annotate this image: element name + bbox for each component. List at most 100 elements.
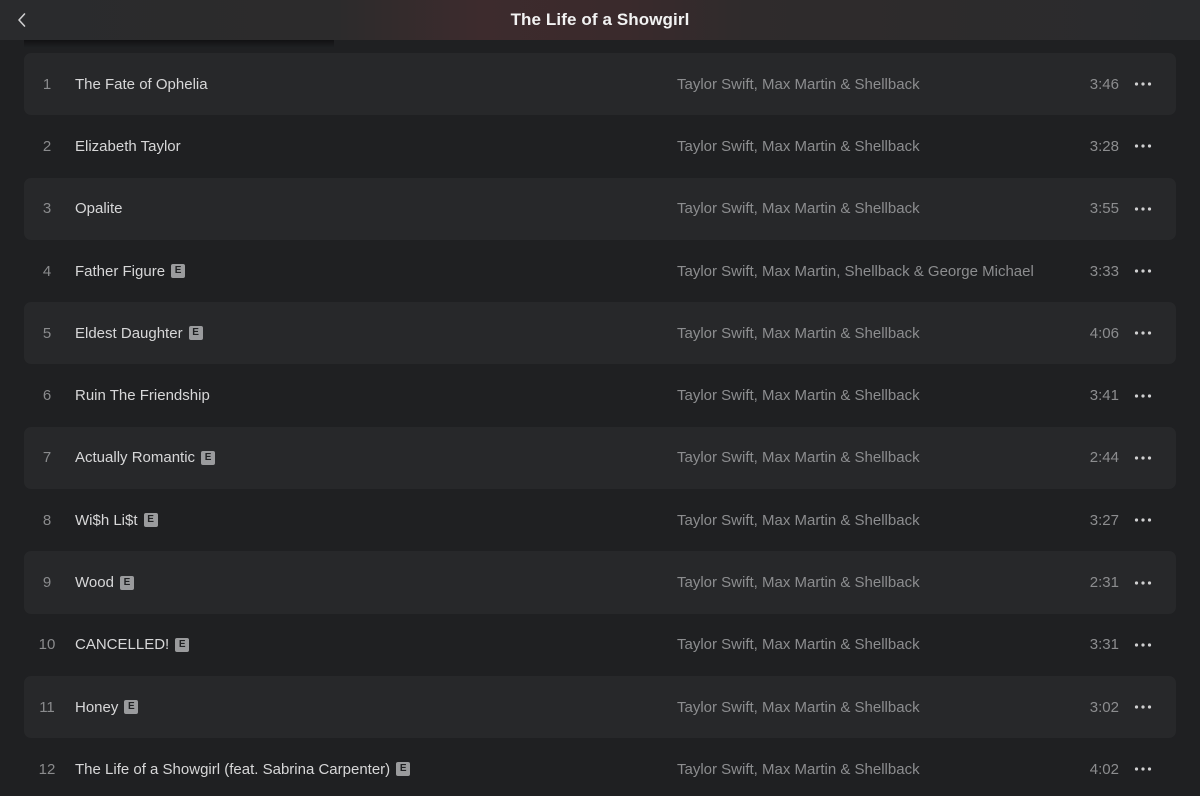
track-title-cell: Father Figure E [75,240,186,302]
track-number: 9 [42,574,52,592]
track-duration: 3:02 [1089,698,1119,716]
ellipsis-icon [1134,331,1152,335]
scroll-shadow [24,40,334,48]
more-options-button[interactable] [1130,178,1156,240]
explicit-badge: E [124,700,139,715]
track-number: 5 [42,324,52,342]
more-options-button[interactable] [1130,53,1156,115]
more-options-button[interactable] [1130,302,1156,364]
track-row[interactable]: 10 CANCELLED! E Taylor Swift, Max Martin & … [24,614,1176,676]
ellipsis-icon [1134,144,1152,149]
track-title: Eldest Daughter [75,324,183,342]
track-title-cell: Wood E [75,551,134,613]
track-title-cell: Opalite [75,178,123,240]
track-row[interactable]: 11 Honey E Taylor Swift, Max Martin & Shell… [24,675,1176,739]
explicit-badge: E [188,326,203,341]
track-duration: 3:28 [1089,137,1119,155]
track-row[interactable]: 6 Ruin The Friendship Taylor Swift, Max Ma… [24,364,1176,426]
track-title: Father Figure [75,262,166,280]
track-artists: Taylor Swift, Max Martin & Shellback [677,324,920,342]
explicit-badge: E [143,513,158,528]
explicit-badge: E [175,637,190,652]
track-artists: Taylor Swift, Max Martin, Shellback & Ge… [677,262,1034,280]
track-artists: Taylor Swift, Max Martin & Shellback [677,636,920,654]
track-number: 3 [42,200,52,218]
track-duration: 3:46 [1089,75,1119,93]
track-row[interactable]: 12 The Life of a Showgirl (feat. Sabrina … [24,738,1176,796]
ellipsis-icon [1134,643,1152,647]
more-options-button[interactable] [1130,676,1156,738]
track-number: 7 [42,449,52,467]
track-duration: 2:44 [1089,449,1119,467]
track-title-cell: The Life of a Showgirl (feat. Sabrina Ca… [75,738,411,796]
track-duration: 3:41 [1089,387,1119,405]
track-title-cell: Actually Romantic E [75,427,216,489]
track-title: Ruin The Friendship [75,387,210,405]
ellipsis-icon [1134,269,1152,273]
track-title: The Fate of Ophelia [75,75,208,93]
track-title: Wood [75,574,114,592]
ellipsis-icon [1134,82,1152,86]
track-title-cell: The Fate of Ophelia [75,53,208,115]
track-duration: 2:31 [1089,574,1119,592]
more-options-button[interactable] [1130,738,1156,796]
track-number: 2 [42,137,52,155]
track-list: 1 The Fate of Ophelia Taylor Swift, Max Ma… [24,53,1176,796]
album-window: The Life of a Showgirl 1 The Fate of Ophe… [0,0,1200,796]
track-artists: Taylor Swift, Max Martin & Shellback [677,698,920,716]
more-options-button[interactable] [1130,364,1156,426]
more-options-button[interactable] [1130,115,1156,177]
ellipsis-icon [1134,456,1152,460]
track-title-cell: Ruin The Friendship [75,364,210,426]
track-row[interactable]: 1 The Fate of Ophelia Taylor Swift, Max Ma… [24,53,1176,116]
track-title: CANCELLED! [75,636,170,654]
track-row[interactable]: 4 Father Figure E Taylor Swift, Max Martin,… [24,240,1176,302]
track-number: 12 [38,760,56,778]
title-bar: The Life of a Showgirl [0,0,1200,40]
track-number: 1 [42,75,52,93]
more-options-button[interactable] [1130,551,1156,613]
track-title-cell: Elizabeth Taylor [75,115,181,177]
track-number: 6 [42,387,52,405]
track-row[interactable]: 5 Eldest Daughter E Taylor Swift, Max Marti… [24,302,1176,365]
track-artists: Taylor Swift, Max Martin & Shellback [677,200,920,218]
track-duration: 3:27 [1089,511,1119,529]
track-number: 8 [42,511,52,529]
explicit-badge: E [396,762,411,777]
explicit-badge: E [119,575,134,590]
album-title: The Life of a Showgirl [510,10,690,29]
ellipsis-icon [1134,767,1152,772]
track-title: Actually Romantic [75,449,196,467]
track-row[interactable]: 9 Wood E Taylor Swift, Max Martin & Shellba… [24,551,1176,614]
more-options-button[interactable] [1130,427,1156,489]
ellipsis-icon [1134,705,1152,709]
track-number: 10 [38,636,56,654]
track-duration: 4:02 [1089,760,1119,778]
ellipsis-icon [1134,394,1152,398]
track-duration: 3:55 [1089,200,1119,218]
track-duration: 4:06 [1089,324,1119,342]
track-title: Elizabeth Taylor [75,137,181,155]
more-options-button[interactable] [1130,614,1156,676]
track-artists: Taylor Swift, Max Martin & Shellback [677,75,920,93]
track-row[interactable]: 7 Actually Romantic E Taylor Swift, Max Mar… [24,426,1176,490]
track-row[interactable]: 3 Opalite Taylor Swift, Max Martin & Shell… [24,177,1176,240]
track-title: Opalite [75,200,123,218]
track-row[interactable]: 2 Elizabeth Taylor Taylor Swift, Max Marti… [24,115,1176,177]
more-options-button[interactable] [1130,240,1156,302]
track-artists: Taylor Swift, Max Martin & Shellback [677,511,920,529]
ellipsis-icon [1134,580,1152,585]
track-row[interactable]: 8 Wi$h Li$t E Taylor Swift, Max Martin & Sh… [24,489,1176,551]
more-options-button[interactable] [1130,489,1156,551]
track-artists: Taylor Swift, Max Martin & Shellback [677,574,920,592]
track-title-cell: Eldest Daughter E [75,302,203,364]
track-artists: Taylor Swift, Max Martin & Shellback [677,137,920,155]
explicit-badge: E [171,264,186,279]
track-title: Wi$h Li$t [75,511,138,529]
track-title-cell: Wi$h Li$t E [75,489,158,551]
track-number: 4 [42,262,52,280]
track-artists: Taylor Swift, Max Martin & Shellback [677,449,920,467]
ellipsis-icon [1134,518,1152,522]
track-artists: Taylor Swift, Max Martin & Shellback [677,387,920,405]
ellipsis-icon [1134,207,1152,211]
